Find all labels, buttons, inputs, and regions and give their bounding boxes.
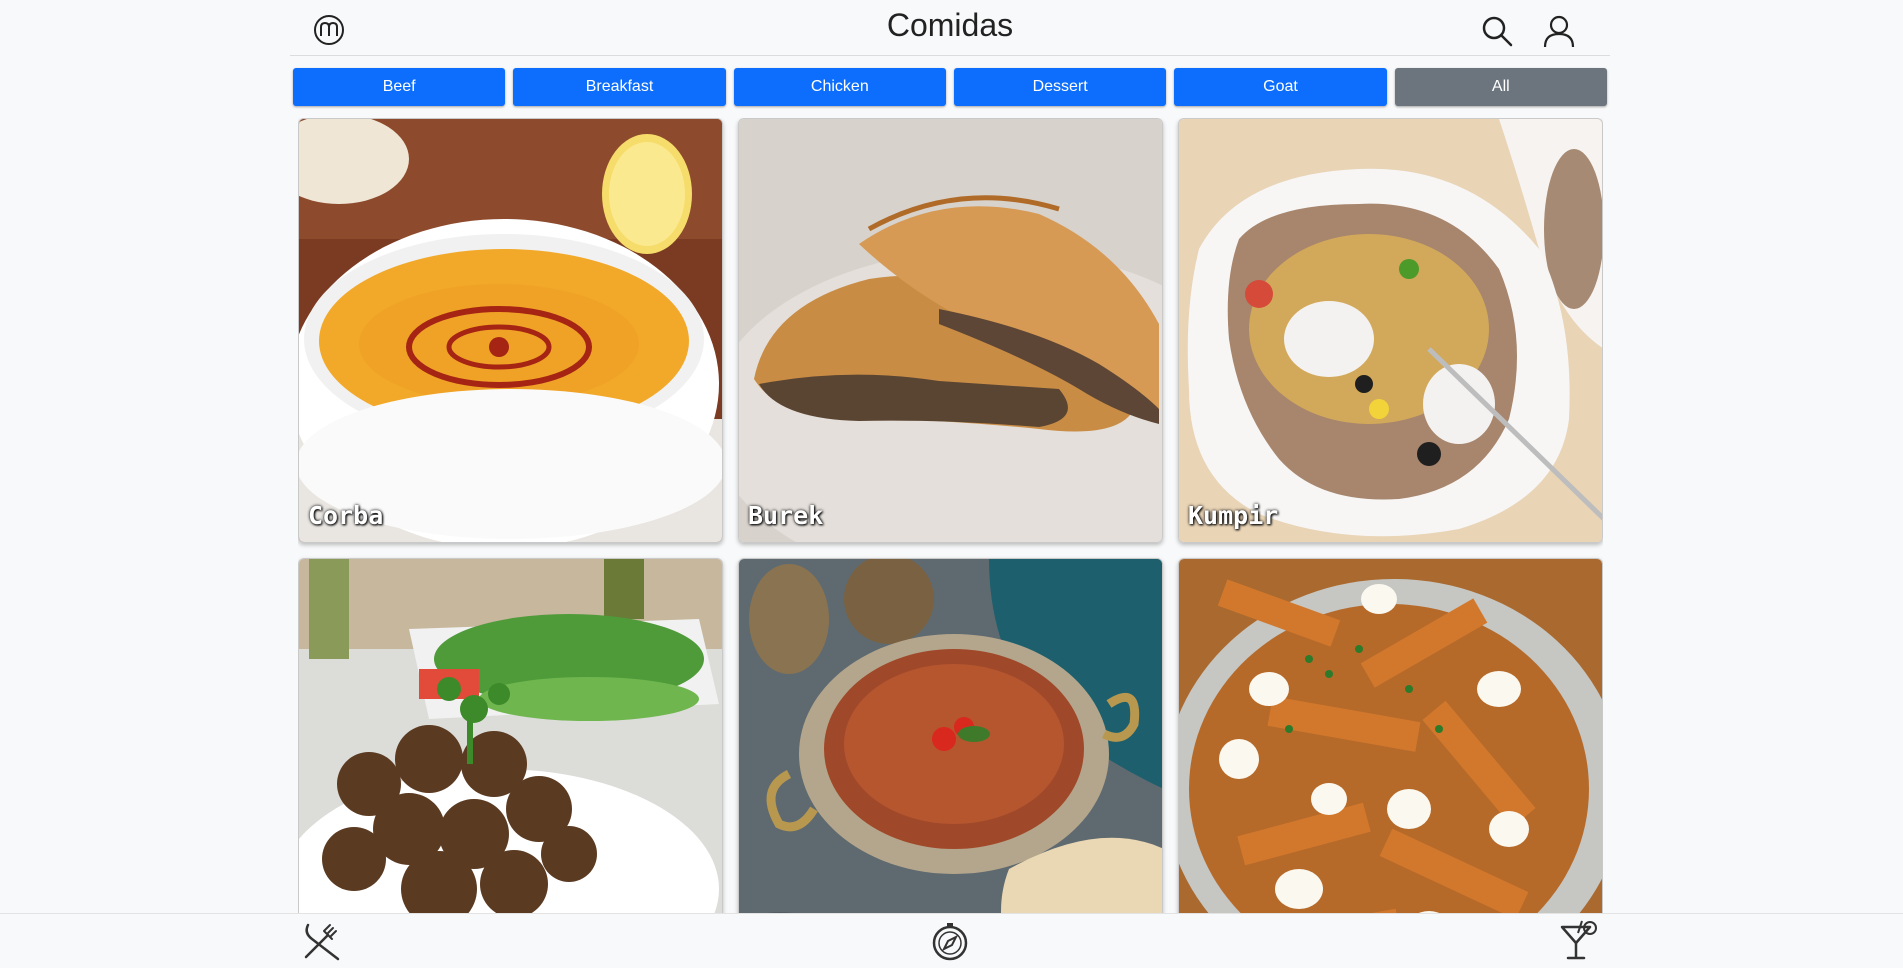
- recipe-card[interactable]: Corba: [298, 118, 723, 543]
- recipe-image: [739, 559, 1162, 913]
- filter-goat-button[interactable]: Goat: [1174, 68, 1387, 106]
- filter-breakfast-button[interactable]: Breakfast: [513, 68, 726, 106]
- filter-dessert-button[interactable]: Dessert: [953, 68, 1167, 106]
- header: Comidas: [290, 0, 1610, 56]
- filter-beef-button[interactable]: Beef: [293, 68, 506, 106]
- filter-chicken-button[interactable]: Chicken: [733, 68, 946, 106]
- fork-knife-icon[interactable]: [300, 919, 344, 963]
- bottom-navigation: [0, 913, 1903, 962]
- recipe-card[interactable]: [1178, 558, 1603, 913]
- page-title: Comidas: [886, 7, 1014, 43]
- filter-all-button[interactable]: All: [1394, 68, 1607, 106]
- recipe-card[interactable]: [738, 558, 1163, 913]
- recipe-card[interactable]: [298, 558, 723, 913]
- recipe-grid: Corba Burek Kumpir: [298, 118, 1603, 913]
- recipe-name: Kumpir: [1188, 501, 1279, 530]
- recipe-image: [299, 559, 722, 913]
- cocktail-icon[interactable]: [1556, 919, 1600, 963]
- recipe-card[interactable]: Kumpir: [1178, 118, 1603, 543]
- recipe-image: [1179, 119, 1602, 542]
- search-icon[interactable]: [1480, 14, 1514, 48]
- profile-icon[interactable]: [1542, 14, 1576, 48]
- compass-icon[interactable]: [929, 920, 971, 962]
- recipe-image: [299, 119, 722, 542]
- recipe-name: Burek: [748, 501, 824, 530]
- recipe-image: [739, 119, 1162, 542]
- recipe-name: Corba: [308, 501, 384, 530]
- category-filters: Beef Breakfast Chicken Dessert Goat All: [293, 68, 1607, 106]
- recipe-card[interactable]: Burek: [738, 118, 1163, 543]
- recipe-image: [1179, 559, 1602, 913]
